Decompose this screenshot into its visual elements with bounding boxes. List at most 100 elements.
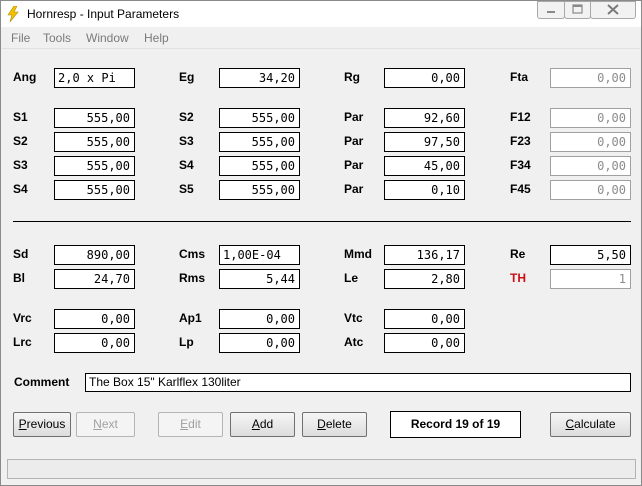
rg-label: Rg: [344, 70, 360, 84]
vrc-label: Vrc: [13, 311, 32, 325]
fta-label: Fta: [510, 70, 528, 84]
eg-label: Eg: [179, 70, 195, 84]
ang-field[interactable]: 2,0 x Pi: [54, 68, 135, 88]
s3-label-left: S3: [13, 158, 28, 172]
s2-field-left[interactable]: 555,00: [54, 132, 135, 152]
s5-field[interactable]: 555,00: [219, 180, 300, 200]
bl-field[interactable]: 24,70: [54, 269, 135, 289]
f45-label: F45: [510, 182, 531, 196]
mmd-label: Mmd: [344, 247, 372, 261]
par1-label: Par: [344, 110, 364, 124]
s1-field[interactable]: 555,00: [54, 108, 135, 128]
par3-field[interactable]: 45,00: [384, 156, 465, 176]
comment-field[interactable]: The Box 15" Karlflex 130liter: [85, 373, 631, 392]
th-field: 1: [550, 269, 631, 289]
previous-button[interactable]: Previous: [13, 412, 71, 437]
next-label: ext: [101, 417, 118, 431]
maximize-button[interactable]: [564, 1, 591, 19]
f34-label: F34: [510, 158, 531, 172]
calculate-button[interactable]: Calculate: [550, 412, 631, 437]
add-label: dd: [259, 417, 274, 431]
atc-label: Atc: [344, 335, 364, 349]
section-divider: [13, 221, 631, 222]
cms-field[interactable]: 1,00E-04: [219, 245, 300, 265]
s2-field[interactable]: 555,00: [219, 108, 300, 128]
cms-label: Cms: [179, 247, 206, 261]
sd-field[interactable]: 890,00: [54, 245, 135, 265]
fta-field: 0,00: [550, 68, 631, 88]
mmd-field[interactable]: 136,17: [384, 245, 465, 265]
par2-field[interactable]: 97,50: [384, 132, 465, 152]
ap1-label: Ap1: [179, 311, 202, 325]
close-icon: [607, 4, 619, 15]
eg-field[interactable]: 34,20: [219, 68, 300, 88]
f23-label: F23: [510, 134, 531, 148]
lp-label: Lp: [179, 335, 194, 349]
par1-field[interactable]: 92,60: [384, 108, 465, 128]
title-bar[interactable]: Hornresp - Input Parameters: [1, 1, 641, 27]
edit-label: dit: [188, 417, 201, 431]
s4-field-left[interactable]: 555,00: [54, 180, 135, 200]
rms-field[interactable]: 5,44: [219, 269, 300, 289]
rg-field[interactable]: 0,00: [384, 68, 465, 88]
comment-label: Comment: [14, 375, 70, 389]
maximize-icon: [572, 4, 583, 14]
minimize-icon: [547, 11, 555, 13]
par3-label: Par: [344, 158, 364, 172]
delete-hotkey: D: [317, 417, 326, 431]
s4-field[interactable]: 555,00: [219, 156, 300, 176]
par2-label: Par: [344, 134, 364, 148]
lp-field[interactable]: 0,00: [219, 333, 300, 353]
delete-button[interactable]: Delete: [302, 412, 367, 437]
menu-help[interactable]: Help: [144, 31, 169, 45]
status-bar: [7, 459, 636, 479]
le-label: Le: [344, 271, 359, 285]
calculate-label: alculate: [574, 417, 616, 431]
menu-window[interactable]: Window: [86, 31, 129, 45]
ap1-field[interactable]: 0,00: [219, 309, 300, 329]
next-hotkey: N: [93, 417, 102, 431]
par4-label: Par: [344, 182, 364, 196]
f12-field: 0,00: [550, 108, 631, 128]
add-hotkey: A: [251, 417, 260, 431]
next-button: Next: [76, 412, 135, 437]
bl-label: Bl: [13, 271, 25, 285]
delete-label: elete: [325, 417, 352, 431]
vtc-field[interactable]: 0,00: [384, 309, 465, 329]
s4-label: S4: [179, 158, 194, 172]
s1-label: S1: [13, 110, 28, 124]
menu-file[interactable]: File: [11, 31, 30, 45]
s2-label: S2: [179, 110, 194, 124]
previous-label: revious: [26, 417, 66, 431]
menu-tools[interactable]: Tools: [43, 31, 71, 45]
calculate-hotkey: C: [565, 417, 575, 431]
re-field[interactable]: 5,50: [550, 245, 631, 265]
le-field[interactable]: 2,80: [384, 269, 465, 289]
s3-field[interactable]: 555,00: [219, 132, 300, 152]
hornresp-window: Hornresp - Input Parameters File Tools W…: [0, 0, 642, 486]
f12-label: F12: [510, 110, 531, 124]
lrc-label: Lrc: [13, 335, 32, 349]
f23-field: 0,00: [550, 132, 631, 152]
vrc-field[interactable]: 0,00: [54, 309, 135, 329]
th-label: TH: [510, 271, 526, 285]
minimize-button[interactable]: [537, 1, 565, 19]
f34-field: 0,00: [550, 156, 631, 176]
par4-field[interactable]: 0,10: [384, 180, 465, 200]
previous-hotkey: P: [18, 417, 27, 431]
s4-label-left: S4: [13, 182, 28, 196]
atc-field[interactable]: 0,00: [384, 333, 465, 353]
vtc-label: Vtc: [344, 311, 363, 325]
re-label: Re: [510, 247, 526, 261]
s3-field-left[interactable]: 555,00: [54, 156, 135, 176]
lrc-field[interactable]: 0,00: [54, 333, 135, 353]
menu-bar: File Tools Window Help: [2, 28, 640, 49]
close-button[interactable]: [590, 1, 636, 19]
ang-label: Ang: [13, 70, 37, 84]
f45-field: 0,00: [550, 180, 631, 200]
lightning-bolt-icon: [7, 6, 19, 22]
s3-label: S3: [179, 134, 194, 148]
window-title: Hornresp - Input Parameters: [27, 7, 180, 21]
edit-button: Edit: [158, 412, 223, 437]
add-button[interactable]: Add: [230, 412, 295, 437]
